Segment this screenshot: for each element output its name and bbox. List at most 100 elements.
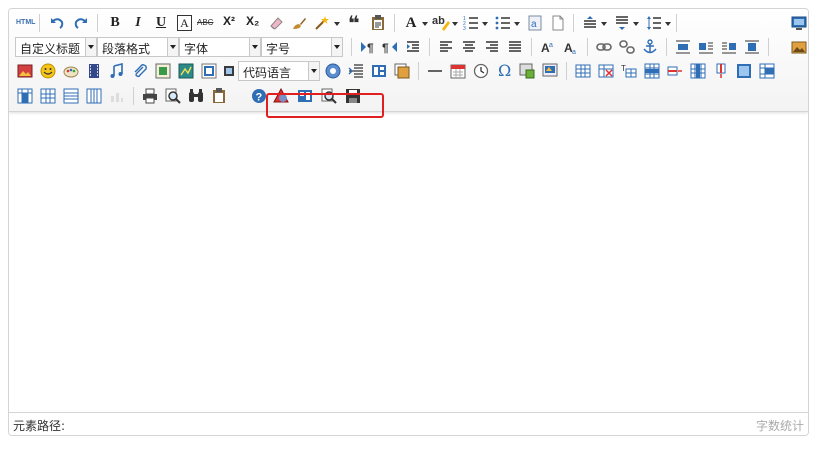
backcolor-dropdown[interactable] [451,13,459,33]
scrawl-button[interactable] [61,61,81,81]
merge-down-icon [17,88,33,104]
strikethrough-button[interactable]: ABC [197,13,217,33]
image-none-button[interactable] [673,37,693,57]
insert-frame-button[interactable] [153,61,173,81]
chart-disabled-button[interactable] [107,86,127,106]
special-chars-button[interactable]: Ω [494,61,514,81]
image-right-button[interactable] [719,37,739,57]
insert-image-button[interactable] [789,37,808,57]
ordered-list-icon: 123 [463,16,478,31]
delete-table-button[interactable] [596,61,616,81]
search-replace-button[interactable] [186,86,206,106]
magic-wand-button[interactable] [312,13,332,33]
lineheight-dropdown[interactable] [664,13,672,33]
insert-col-button[interactable] [688,61,708,81]
emotion-button[interactable] [38,61,58,81]
blockquote-button[interactable]: ❝ [345,13,365,35]
snapscreen-button[interactable] [517,61,537,81]
lineheight-button[interactable] [644,13,664,33]
horizontal-rule-button[interactable] [425,61,445,81]
custom-style-select[interactable]: 自定义标题 [15,37,97,57]
insert-image-button-2[interactable] [15,61,35,81]
fontborder-button[interactable]: A [174,13,194,33]
italic-button[interactable]: I [128,13,148,33]
delete-row-button[interactable] [665,61,685,81]
insert-row-button[interactable] [642,61,662,81]
subscript-button[interactable]: X₂ [243,13,263,33]
forecolor-button[interactable]: A [401,13,421,33]
font-size-select[interactable]: 字号 [261,37,343,57]
word-image-button[interactable] [540,61,560,81]
webapp-button[interactable] [323,61,343,81]
backcolor-button[interactable]: ab [431,13,451,33]
paste-plain-button[interactable] [368,13,388,33]
attachment-button[interactable] [130,61,150,81]
magic-wand-dropdown[interactable] [333,13,341,33]
split-to-cells-button[interactable] [38,86,58,106]
unordered-list-dropdown[interactable] [513,13,521,33]
autotypeset-button[interactable]: a [525,13,545,33]
template-button[interactable] [369,61,389,81]
ordered-list-dropdown[interactable] [481,13,489,33]
music-button[interactable] [107,61,127,81]
editor-content-area[interactable] [9,112,808,414]
indent-button[interactable] [403,37,423,57]
link-button[interactable] [594,37,614,57]
toolbar-separator [418,62,419,80]
paperclip-icon [134,64,147,78]
delete-col-button[interactable] [711,61,731,81]
redo-button[interactable] [71,13,91,33]
rowspacing-top-button[interactable] [580,13,600,33]
insert-time-button[interactable] [471,61,491,81]
image-center-button[interactable] [742,37,762,57]
merge-right-button[interactable] [757,61,777,81]
direction-rtl-button[interactable]: ¶ [380,37,400,57]
eraser-button[interactable] [266,13,286,33]
unordered-list-button[interactable] [493,13,513,33]
code-language-select[interactable]: 代码语言 [238,61,320,81]
rowspacing-bottom-button[interactable] [612,13,632,33]
background-button[interactable] [392,61,412,81]
print-button[interactable] [140,86,160,106]
insert-code-block-button[interactable] [219,61,239,81]
align-justify-button[interactable] [505,37,525,57]
align-left-button[interactable] [436,37,456,57]
preview-button[interactable] [163,86,183,106]
drafts-button[interactable] [209,86,229,106]
insert-code-button[interactable] [199,61,219,81]
paragraph-select[interactable]: 段落格式 [97,37,179,57]
undo-button[interactable] [47,13,67,33]
ordered-list-button[interactable]: 123 [461,13,481,33]
insert-video-button[interactable] [84,61,104,81]
insert-paragraph-before-table-button[interactable]: T [619,61,639,81]
split-to-cols-button[interactable] [84,86,104,106]
insert-date-button[interactable] [448,61,468,81]
anchor-button[interactable] [640,37,660,57]
image-left-button[interactable] [696,37,716,57]
rowspacing-top-dropdown[interactable] [600,13,608,33]
merge-cells-icon [737,64,751,78]
font-family-select[interactable]: 字体 [179,37,261,57]
superscript-button[interactable]: X² [220,13,240,33]
forecolor-dropdown[interactable] [421,13,429,33]
new-document-button[interactable] [548,13,568,33]
align-center-button[interactable] [459,37,479,57]
align-right-button[interactable] [482,37,502,57]
merge-down-button[interactable] [15,86,35,106]
underline-button[interactable]: U [151,13,171,33]
merge-cells-button[interactable] [734,61,754,81]
rowspacing-bottom-dropdown[interactable] [632,13,640,33]
pagebreak-button[interactable] [346,61,366,81]
insert-table-button[interactable] [573,61,593,81]
rowspacing-bottom-icon [616,16,628,30]
format-brush-button[interactable] [289,13,309,33]
split-to-rows-button[interactable] [61,86,81,106]
direction-ltr-button[interactable]: ¶ [357,37,377,57]
tolowercase-button[interactable]: Aa [561,37,581,57]
unlink-button[interactable] [617,37,637,57]
google-map-button[interactable] [176,61,196,81]
touppercase-button[interactable]: Aa [538,37,558,57]
source-html-button[interactable]: HTML [15,13,35,33]
bold-button[interactable]: B [105,13,125,33]
fullscreen-button[interactable] [789,13,808,33]
